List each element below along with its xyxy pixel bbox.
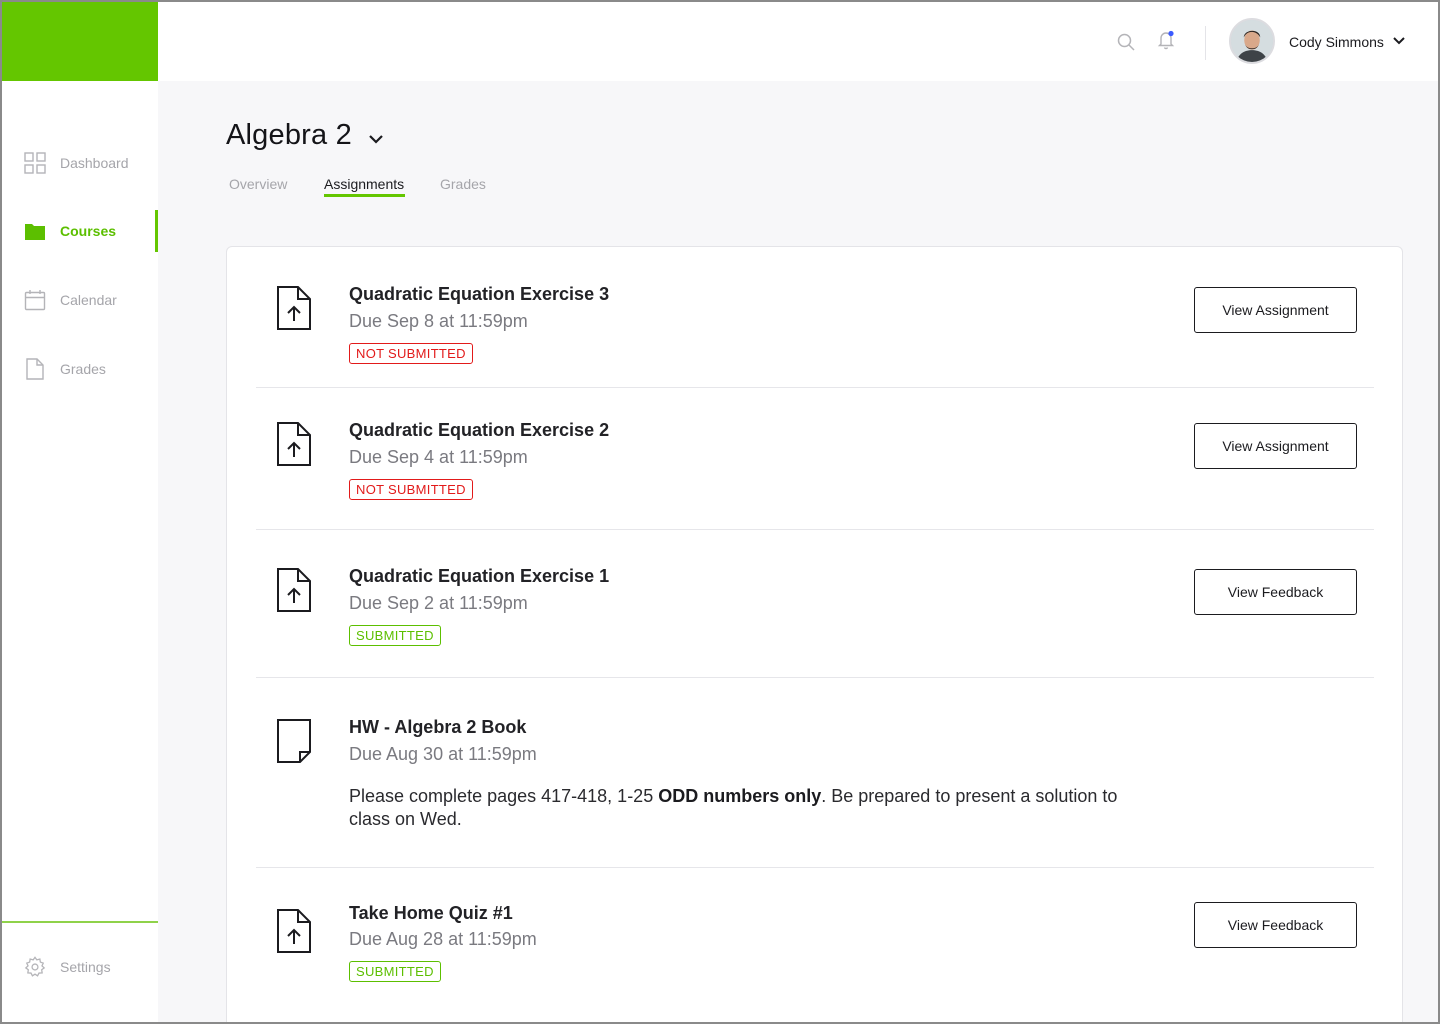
assignment-due-date: Due Aug 28 at 11:59pm bbox=[349, 929, 537, 949]
list-item: Quadratic Equation Exercise 3 Due Sep 8 … bbox=[256, 247, 1374, 388]
sidebar-item-dashboard[interactable]: Dashboard bbox=[0, 142, 158, 184]
settings-label: Settings bbox=[60, 959, 111, 975]
file-upload-icon bbox=[277, 568, 311, 612]
sidebar-item-label: Calendar bbox=[60, 292, 117, 308]
active-tab-indicator bbox=[324, 194, 405, 197]
assignment-title[interactable]: Quadratic Equation Exercise 2 bbox=[349, 420, 609, 441]
bell-icon[interactable] bbox=[1157, 30, 1175, 50]
sidebar-item-courses[interactable]: Courses bbox=[0, 210, 158, 252]
document-icon bbox=[26, 358, 44, 380]
blank-page-icon bbox=[277, 719, 311, 763]
sidebar-item-settings[interactable]: Settings bbox=[0, 946, 158, 988]
assignment-due-date: Due Sep 8 at 11:59pm bbox=[349, 311, 528, 331]
description-emphasis: ODD numbers only bbox=[658, 786, 822, 806]
view-assignment-button[interactable]: View Assignment bbox=[1194, 423, 1357, 469]
assignment-title[interactable]: Take Home Quiz #1 bbox=[349, 903, 513, 924]
topbar-divider bbox=[1205, 26, 1206, 60]
file-upload-icon bbox=[277, 909, 311, 953]
assignment-title[interactable]: Quadratic Equation Exercise 3 bbox=[349, 284, 609, 305]
avatar[interactable] bbox=[1229, 18, 1275, 64]
tab-overview[interactable]: Overview bbox=[229, 176, 287, 192]
file-upload-icon bbox=[277, 422, 311, 466]
calendar-icon bbox=[24, 290, 46, 311]
brand-logo-block[interactable] bbox=[0, 0, 158, 81]
gear-icon bbox=[24, 956, 46, 977]
status-badge: NOT SUBMITTED bbox=[349, 343, 473, 364]
search-icon[interactable] bbox=[1117, 33, 1135, 51]
avatar-photo bbox=[1231, 20, 1273, 62]
folder-icon bbox=[25, 224, 45, 240]
user-name[interactable]: Cody Simmons bbox=[1289, 34, 1384, 50]
view-feedback-button[interactable]: View Feedback bbox=[1194, 902, 1357, 948]
sidebar-item-grades[interactable]: Grades bbox=[0, 348, 158, 390]
sidebar-divider bbox=[0, 921, 158, 923]
list-item: Take Home Quiz #1 Due Aug 28 at 11:59pm … bbox=[256, 868, 1374, 1024]
tab-assignments[interactable]: Assignments bbox=[324, 176, 404, 192]
file-upload-icon bbox=[277, 286, 311, 330]
page-title: Algebra 2 bbox=[226, 119, 352, 151]
description-text: Please complete pages 417-418, 1-25 bbox=[349, 786, 659, 806]
notification-dot bbox=[1168, 30, 1174, 37]
grid-icon bbox=[24, 152, 46, 174]
sidebar-item-label: Dashboard bbox=[60, 155, 129, 171]
assignment-list: Quadratic Equation Exercise 3 Due Sep 8 … bbox=[226, 246, 1403, 1024]
sidebar-item-label: Grades bbox=[60, 361, 106, 377]
chevron-down-icon[interactable] bbox=[1392, 36, 1406, 46]
list-item: Quadratic Equation Exercise 1 Due Sep 2 … bbox=[256, 530, 1374, 677]
status-badge: SUBMITTED bbox=[349, 961, 441, 982]
assignment-due-date: Due Sep 2 at 11:59pm bbox=[349, 593, 528, 613]
chevron-down-icon[interactable] bbox=[367, 133, 385, 145]
status-badge: SUBMITTED bbox=[349, 625, 441, 646]
view-feedback-button[interactable]: View Feedback bbox=[1194, 569, 1357, 615]
view-assignment-button[interactable]: View Assignment bbox=[1194, 287, 1357, 333]
list-item: Quadratic Equation Exercise 2 Due Sep 4 … bbox=[256, 388, 1374, 529]
sidebar: Dashboard Courses Calendar Grades Settin… bbox=[0, 0, 158, 1024]
status-badge: NOT SUBMITTED bbox=[349, 479, 473, 500]
assignment-title[interactable]: HW - Algebra 2 Book bbox=[349, 717, 526, 738]
assignment-title[interactable]: Quadratic Equation Exercise 1 bbox=[349, 566, 609, 587]
tab-grades[interactable]: Grades bbox=[440, 176, 486, 192]
assignment-due-date: Due Aug 30 at 11:59pm bbox=[349, 744, 537, 764]
assignment-due-date: Due Sep 4 at 11:59pm bbox=[349, 447, 528, 467]
top-bar: Cody Simmons bbox=[158, 0, 1440, 81]
sidebar-item-calendar[interactable]: Calendar bbox=[0, 279, 158, 321]
sidebar-item-label: Courses bbox=[60, 223, 117, 239]
assignment-description: Please complete pages 417-418, 1-25 ODD … bbox=[349, 785, 1149, 831]
list-item: HW - Algebra 2 Book Due Aug 30 at 11:59p… bbox=[256, 678, 1374, 868]
